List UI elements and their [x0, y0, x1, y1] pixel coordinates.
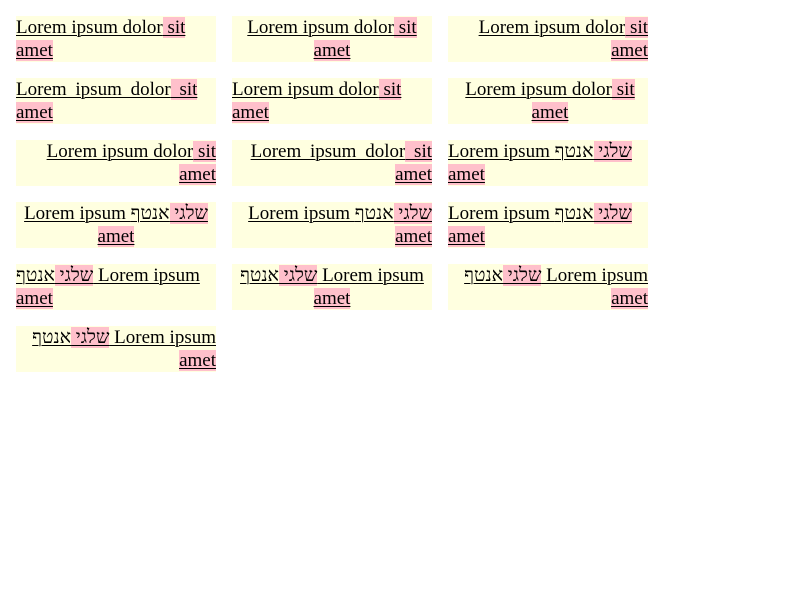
- lead-text: Lorem ipsum: [448, 203, 555, 224]
- sample-box-rtl-right: שלגי אנטף Lorem ipsum amet: [448, 264, 648, 310]
- lead-text: Lorem ipsum dolor: [232, 79, 379, 100]
- lead-text: Lorem ipsum: [448, 141, 555, 162]
- hebrew-highlight: שלגי: [169, 203, 208, 224]
- hebrew-text: אנטף: [554, 203, 594, 224]
- highlight-amet: amet: [179, 350, 216, 371]
- hebrew-text: אנטף: [130, 203, 170, 224]
- highlight-amet: amet: [232, 102, 269, 123]
- sample-box-mixed-right: Lorem ipsum שלגי אנטף amet: [232, 202, 432, 248]
- sample-box-rtl-justify: שלגי אנטף Lorem ipsum amet: [16, 326, 216, 372]
- hebrew-text: אנטף: [32, 327, 72, 348]
- lead-text: Lorem ipsum: [109, 327, 216, 348]
- hebrew-highlight: שלגי: [593, 203, 632, 224]
- highlight-amet: amet: [611, 40, 648, 61]
- highlight-amet: amet: [448, 226, 485, 247]
- highlight-sit: sit: [378, 79, 402, 100]
- sample-box-rtl-left: שלגי אנטף Lorem ipsum amet: [16, 264, 216, 310]
- highlight-amet: amet: [97, 226, 135, 247]
- highlight-amet: amet: [448, 164, 485, 185]
- lead-text: Lorem ipsum dolor: [478, 17, 626, 38]
- highlight-amet: amet: [531, 102, 569, 123]
- lead-text: Lorem ipsum: [93, 265, 200, 286]
- highlight-amet: amet: [16, 288, 53, 309]
- hebrew-highlight: שלגי: [71, 327, 110, 348]
- text-alignment-grid: Lorem ipsum dolor sit amet Lorem ipsum d…: [16, 16, 648, 372]
- sample-box-mixed-left: Lorem ipsum שלגי אנטף amet: [448, 140, 648, 186]
- lead-text: Lorem ipsum: [541, 265, 648, 286]
- sample-box-justify: Lorem ipsum dolor sit amet: [16, 78, 216, 124]
- highlight-sit: sit: [612, 79, 635, 100]
- lead-text: Lorem ipsum: [317, 265, 424, 286]
- lead-text: Lorem ipsum dolor: [250, 141, 406, 162]
- sample-box-right-indent: Lorem ipsum dolor sit amet: [16, 140, 216, 186]
- lead-text: Lorem ipsum: [24, 203, 131, 224]
- sample-box-center-indent: Lorem ipsum dolor sit amet: [448, 78, 648, 124]
- sample-box-center: Lorem ipsum dolor sit amet: [232, 16, 432, 62]
- hebrew-highlight: שלגי: [54, 265, 94, 286]
- highlight-sit: sit: [170, 79, 198, 100]
- hebrew-highlight: שלגי: [278, 265, 318, 286]
- lead-text: Lorem ipsum dolor: [46, 141, 194, 162]
- highlight-amet: amet: [395, 226, 432, 247]
- hebrew-text: אנטף: [240, 265, 279, 286]
- hebrew-highlight: שלגי: [503, 265, 542, 286]
- sample-box-justify-end: Lorem ipsum dolor sit amet: [232, 140, 432, 186]
- hebrew-text: אנטף: [554, 141, 594, 162]
- highlight-sit: sit: [625, 17, 648, 38]
- hebrew-text: אנטף: [16, 265, 55, 286]
- sample-box-mixed-justify: Lorem ipsum שלגי אנטף amet: [448, 202, 648, 248]
- sample-box-left: Lorem ipsum dolor sit amet: [16, 16, 216, 62]
- highlight-sit: sit: [405, 141, 432, 162]
- lead-text: Lorem ipsum: [248, 203, 355, 224]
- hebrew-text: אנטף: [464, 265, 504, 286]
- hebrew-text: אנטף: [354, 203, 394, 224]
- sample-box-right: Lorem ipsum dolor sit amet: [448, 16, 648, 62]
- highlight-amet: amet: [395, 164, 432, 185]
- highlight-amet: amet: [16, 102, 53, 123]
- sample-box-start: Lorem ipsum dolor sit amet: [232, 78, 432, 124]
- highlight-amet: amet: [313, 288, 351, 309]
- lead-text: Lorem ipsum dolor: [16, 17, 163, 38]
- highlight-sit: sit: [162, 17, 186, 38]
- sample-box-mixed-center: Lorem ipsum שלגי אנטף amet: [16, 202, 216, 248]
- highlight-sit: sit: [394, 17, 417, 38]
- lead-text: Lorem ipsum dolor: [247, 17, 394, 38]
- highlight-amet: amet: [179, 164, 216, 185]
- highlight-sit: sit: [193, 141, 216, 162]
- lead-text: Lorem ipsum dolor: [465, 79, 612, 100]
- hebrew-highlight: שלגי: [593, 141, 632, 162]
- highlight-amet: amet: [16, 40, 53, 61]
- hebrew-highlight: שלגי: [393, 203, 432, 224]
- highlight-amet: amet: [611, 288, 648, 309]
- highlight-amet: amet: [313, 40, 351, 61]
- lead-text: Lorem ipsum dolor: [16, 79, 171, 100]
- sample-box-rtl-center: שלגי אנטף Lorem ipsum amet: [232, 264, 432, 310]
